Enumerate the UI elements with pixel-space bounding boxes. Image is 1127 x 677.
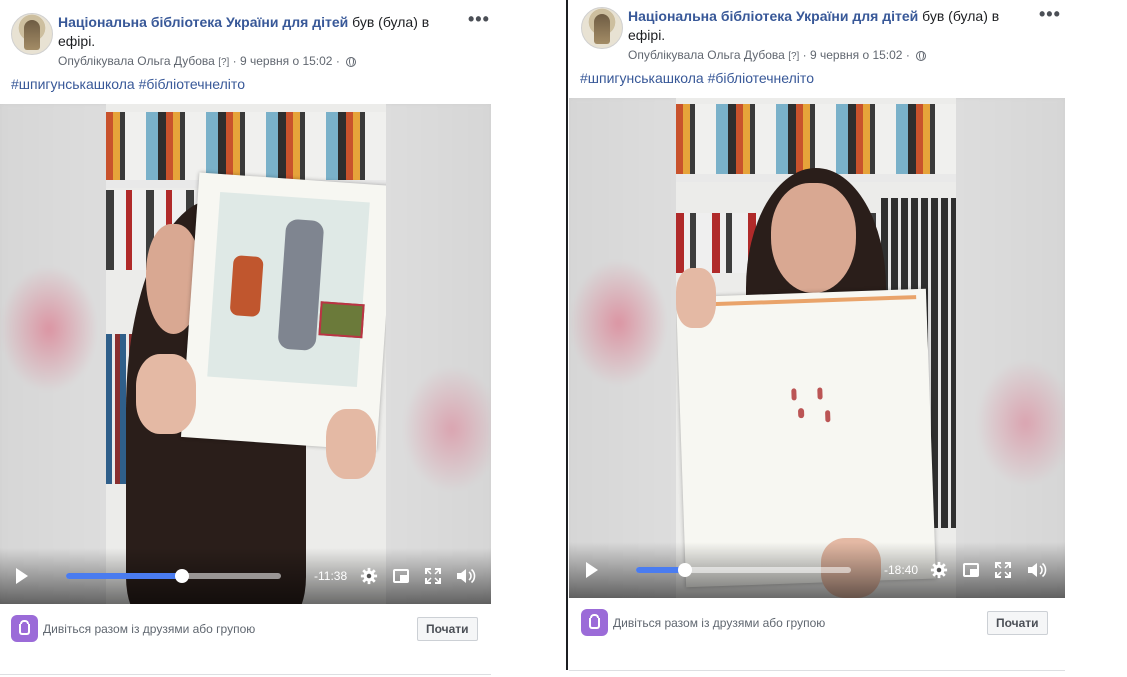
page-name-link[interactable]: Національна бібліотека України для дітей [628, 8, 918, 24]
live-video-post-1: Національна бібліотека України для дітей… [0, 0, 491, 677]
more-options-button[interactable]: ••• [468, 9, 490, 30]
watch-together-text[interactable]: Дивіться разом із друзями або групою [43, 622, 255, 636]
hashtag-link[interactable]: #бібліотечнелітo [708, 70, 814, 86]
watch-together-text[interactable]: Дивіться разом із друзями або групою [613, 616, 825, 630]
watch-party-icon[interactable] [11, 615, 38, 642]
settings-gear-icon[interactable] [930, 561, 948, 579]
globe-icon [916, 51, 927, 61]
video-player[interactable]: -18:40 [569, 98, 1065, 598]
start-watch-party-button[interactable]: Почати [987, 611, 1048, 635]
time-remaining: -18:40 [884, 563, 919, 577]
globe-icon [346, 57, 357, 67]
seek-bar[interactable] [66, 569, 281, 583]
separator: · [905, 48, 910, 62]
video-frame [106, 104, 386, 604]
fullscreen-icon[interactable] [425, 568, 441, 584]
settings-gear-icon[interactable] [360, 567, 378, 585]
video-frame [676, 98, 956, 598]
published-by: Опублікувала Ольга Дубова [58, 54, 215, 68]
hashtag-link[interactable]: #шпигунськашкола [11, 76, 135, 92]
video-player[interactable]: -11:38 [0, 104, 491, 604]
published-by: Опублікувала Ольга Дубова [628, 48, 785, 62]
volume-icon[interactable] [1027, 561, 1047, 579]
separator: · [335, 54, 340, 68]
post-date-link[interactable]: 9 червня о 15:02 [810, 48, 902, 62]
help-link[interactable]: [?] [218, 57, 229, 68]
post-date-link[interactable]: 9 червня о 15:02 [240, 54, 332, 68]
seek-thumb[interactable] [678, 563, 693, 577]
hashtag-link[interactable]: #шпигунськашкола [580, 70, 704, 86]
post-header: Національна бібліотека України для дітей… [628, 7, 1013, 45]
post-border [569, 670, 1065, 671]
post-meta: Опублікувала Ольга Дубова [?] · 9 червня… [628, 48, 927, 62]
more-options-button[interactable]: ••• [1039, 4, 1061, 25]
page-name-link[interactable]: Національна бібліотека України для дітей [58, 14, 348, 30]
separator: · [232, 54, 237, 68]
post-border [0, 674, 491, 675]
column-divider [566, 0, 568, 670]
volume-icon[interactable] [456, 567, 476, 585]
start-watch-party-button[interactable]: Почати [417, 617, 478, 641]
hashtags: #шпигунськашкола #бібліотечнелітo [580, 70, 814, 86]
fullscreen-icon[interactable] [995, 562, 1011, 578]
page-avatar[interactable] [11, 13, 53, 55]
live-video-post-2: Національна бібліотека України для дітей… [569, 0, 1065, 672]
picture-in-picture-icon[interactable] [963, 563, 979, 577]
play-icon[interactable] [586, 562, 598, 578]
separator: · [802, 48, 807, 62]
picture-in-picture-icon[interactable] [393, 569, 409, 583]
post-header: Національна бібліотека України для дітей… [58, 13, 438, 51]
video-controls: -18:40 [569, 542, 1065, 598]
video-controls: -11:38 [0, 548, 491, 604]
time-remaining: -11:38 [314, 569, 348, 583]
hashtag-link[interactable]: #бібліотечнелітo [139, 76, 245, 92]
seek-bar[interactable] [636, 563, 851, 577]
seek-thumb[interactable] [175, 569, 190, 583]
hashtags: #шпигунськашкола #бібліотечнелітo [11, 76, 245, 92]
seek-progress [66, 573, 183, 579]
help-link[interactable]: [?] [788, 51, 799, 62]
watch-party-icon[interactable] [581, 609, 608, 636]
post-meta: Опублікувала Ольга Дубова [?] · 9 червня… [58, 54, 357, 68]
play-icon[interactable] [16, 568, 28, 584]
page-avatar[interactable] [581, 7, 623, 49]
